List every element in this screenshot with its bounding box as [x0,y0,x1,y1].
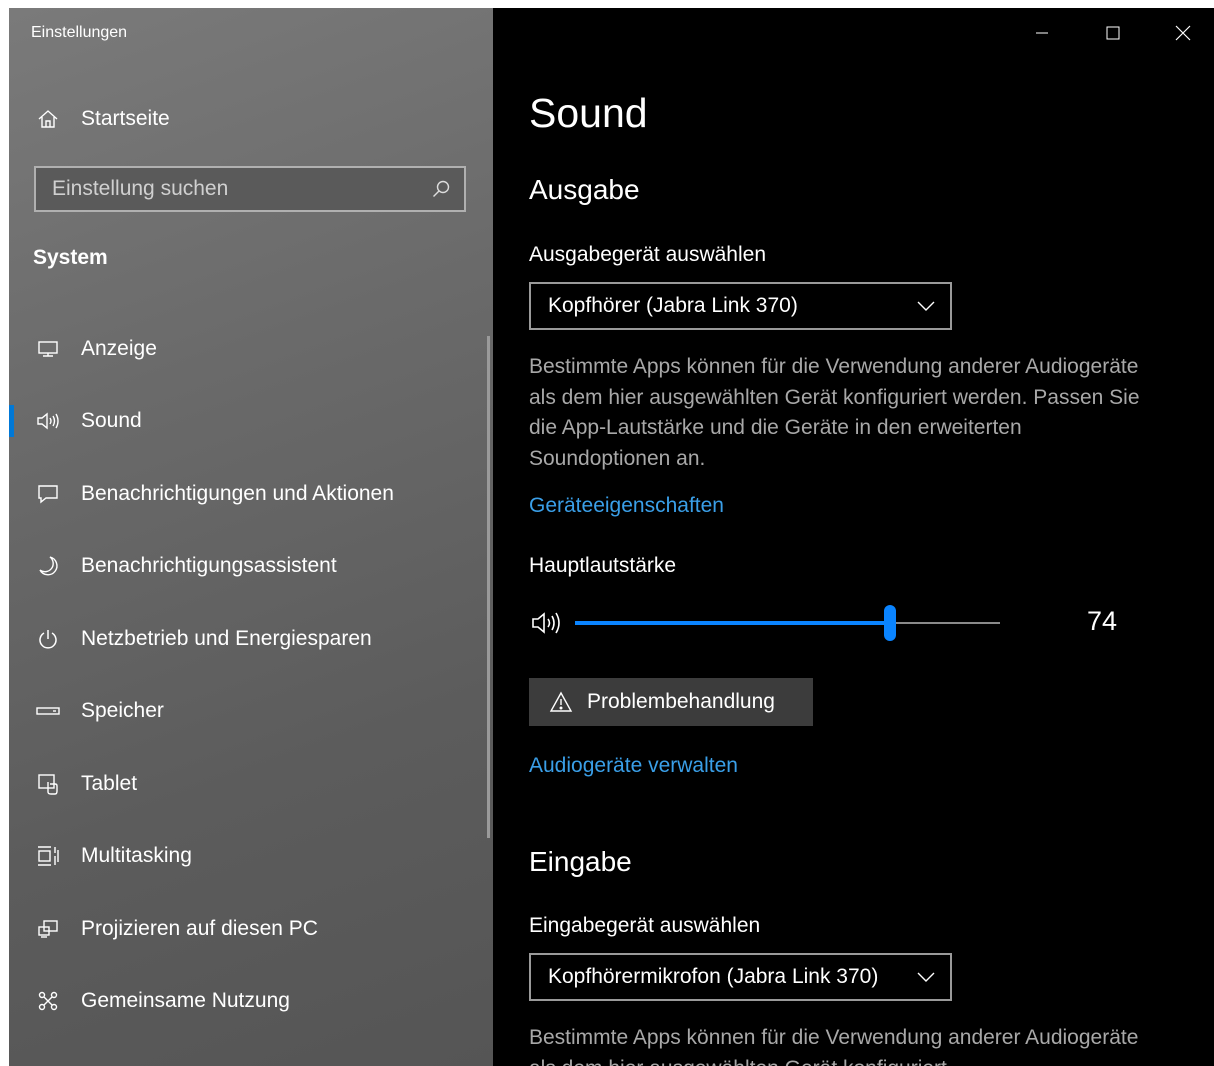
input-description: Bestimmte Apps können für die Verwendung… [529,1026,1139,1066]
moon-icon [33,554,63,578]
sidebar-item-gemeinsame-nutzung[interactable]: Gemeinsame Nutzung [9,977,493,1025]
sidebar-item-label: Speicher [81,699,164,722]
speaker-icon [33,409,63,433]
input-device-label: Eingabegerät auswählen [529,914,761,937]
sidebar-item-benachrichtigungsassistent[interactable]: Benachrichtigungsassistent [9,542,493,590]
sidebar-item-label: Projizieren auf diesen PC [81,917,318,940]
minimize-icon [1036,32,1048,34]
output-description: Bestimmte Apps können für die Verwendung… [529,355,1140,470]
input-device-dropdown[interactable]: Kopfhörermikrofon (Jabra Link 370) [529,953,952,1001]
sidebar-item-label: Anzeige [81,337,157,360]
chevron-down-icon [916,299,936,313]
nav-home-label: Startseite [81,107,170,130]
power-icon [33,627,63,651]
volume-label: Hauptlautstärke [529,554,677,577]
sidebar-item-benachrichtigungen[interactable]: Benachrichtigungen und Aktionen [9,470,493,518]
troubleshoot-button[interactable]: Problembehandlung [529,678,813,726]
home-icon [33,107,63,131]
sidebar-scrollbar[interactable] [487,336,490,838]
sidebar-item-multitasking[interactable]: Multitasking [9,832,493,880]
shared-icon [33,989,63,1013]
manage-audio-devices-link[interactable]: Audiogeräte verwalten [529,754,738,778]
troubleshoot-label: Problembehandlung [587,690,775,713]
minimize-button[interactable] [1019,18,1065,48]
page-title: Sound [529,90,648,136]
sidebar-item-anzeige[interactable]: Anzeige [9,325,493,373]
tablet-icon [33,772,63,796]
app-title: Einstellungen [31,24,128,41]
close-icon [1175,25,1191,41]
volume-slider-fill [575,621,890,625]
volume-slider-row: 74 [529,604,1149,644]
sidebar-item-label: Netzbetrieb und Energiesparen [81,627,372,650]
sidebar-item-projizieren[interactable]: Projizieren auf diesen PC [9,905,493,953]
sidebar-item-label: Gemeinsame Nutzung [81,989,290,1012]
volume-value: 74 [1087,606,1118,636]
output-device-dropdown[interactable]: Kopfhörer (Jabra Link 370) [529,282,952,330]
multitasking-icon [33,844,63,868]
active-indicator [9,405,14,437]
output-device-label: Ausgabegerät auswählen [529,243,767,266]
device-properties-link[interactable]: Geräteeigenschaften [529,494,724,518]
warning-icon [549,690,575,714]
chevron-down-icon [916,970,936,984]
sidebar-item-label: Tablet [81,772,138,795]
sidebar-item-label: Benachrichtigungen und Aktionen [81,482,394,505]
sidebar-item-sound[interactable]: Sound [9,397,493,445]
input-heading: Eingabe [529,846,632,877]
close-button[interactable] [1160,18,1206,48]
sidebar-item-label: Multitasking [81,844,192,867]
sidebar-item-speicher[interactable]: Speicher [9,687,493,735]
volume-slider-thumb[interactable] [883,605,896,641]
sidebar-item-label: Sound [81,409,142,432]
nav-home[interactable]: Startseite [9,95,493,143]
output-device-value: Kopfhörer (Jabra Link 370) [548,294,798,317]
maximize-button[interactable] [1090,18,1136,48]
sidebar-item-tablet[interactable]: Tablet [9,760,493,808]
input-device-value: Kopfhörermikrofon (Jabra Link 370) [548,965,879,988]
volume-speaker-icon[interactable] [531,610,565,641]
output-heading: Ausgabe [529,174,640,205]
volume-slider[interactable] [575,605,1000,641]
section-system: System [33,246,108,269]
search-input[interactable] [36,176,426,202]
settings-window: Einstellungen Startseite System [9,8,1214,1066]
sidebar-item-netzbetrieb[interactable]: Netzbetrieb und Energiesparen [9,615,493,663]
search-icon[interactable] [426,174,456,204]
storage-icon [33,699,63,723]
sidebar-item-label: Benachrichtigungsassistent [81,554,337,577]
notification-icon [33,482,63,506]
project-icon [33,917,63,941]
monitor-icon [33,337,63,361]
sidebar: Einstellungen Startseite System [9,8,493,1066]
maximize-icon [1106,26,1120,40]
search-box[interactable] [34,166,466,212]
